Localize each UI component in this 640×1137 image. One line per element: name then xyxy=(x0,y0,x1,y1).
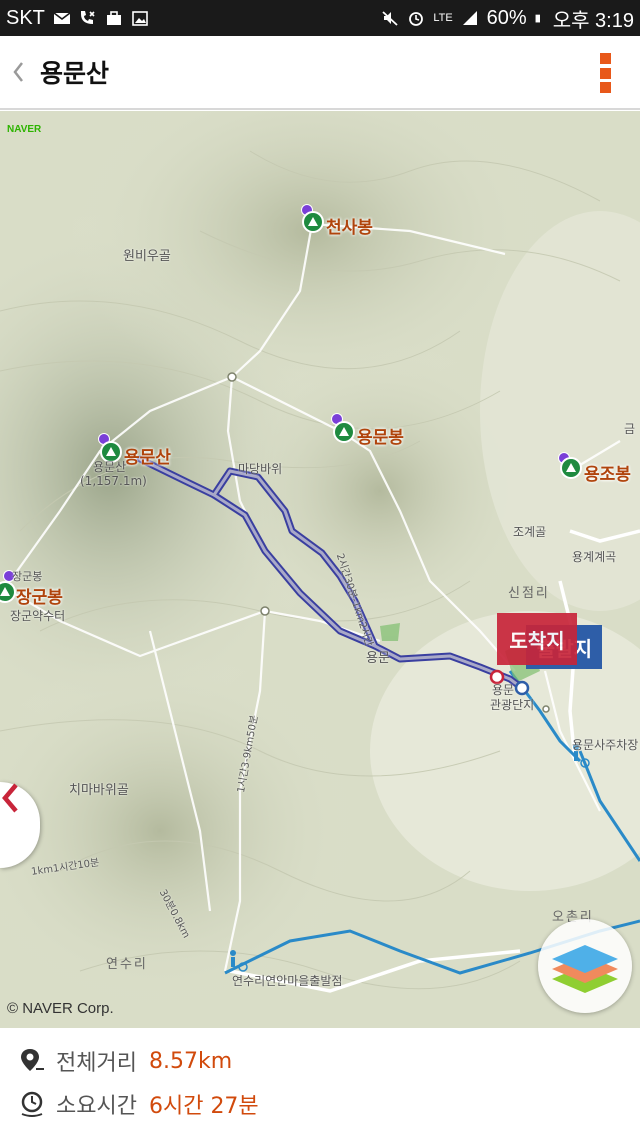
place-label: 용문산 xyxy=(93,460,127,474)
distance-value: 8.57km xyxy=(148,1048,233,1074)
place-label: 용계계곡 xyxy=(572,550,617,564)
place-label: 조계골 xyxy=(513,525,547,539)
status-left: SKT xyxy=(6,7,149,30)
town-label: 신점리 xyxy=(508,586,550,601)
place-label: 마당바위 xyxy=(238,462,283,476)
time-label: 소요시간 xyxy=(56,1094,137,1119)
elevation-label: (1,157.1m) xyxy=(80,474,147,488)
alarm-icon xyxy=(409,12,424,26)
app-bar: 용문산 xyxy=(0,36,640,110)
town-label: 연수리 xyxy=(106,957,148,972)
location-pin-icon xyxy=(21,1049,44,1071)
battery-label: 60% xyxy=(486,6,527,29)
map-copyright: © NAVER Corp. xyxy=(7,1000,114,1017)
briefcase-icon xyxy=(106,11,121,25)
map-terrain xyxy=(0,111,640,1028)
signal-icon xyxy=(462,11,477,25)
time-value: 6시간 27분 xyxy=(148,1094,259,1119)
naver-logo: NAVER xyxy=(7,124,42,135)
peak-marker-icon[interactable] xyxy=(302,211,324,233)
chevron-left-icon xyxy=(2,783,18,813)
peak-label-yongjobong[interactable]: 용조봉 xyxy=(584,460,631,485)
battery-icon xyxy=(535,14,540,23)
clock-label: 오후 3:19 xyxy=(552,9,634,32)
peak-label-cheonsabong[interactable]: 천사봉 xyxy=(326,213,373,238)
peak-marker-icon[interactable] xyxy=(333,421,355,443)
place-label: 금 xyxy=(624,422,636,436)
email-icon xyxy=(53,12,71,24)
status-bar: SKT LTE 60% 오후 3:19 xyxy=(0,0,640,36)
clock-icon xyxy=(21,1091,43,1117)
place-label: 원비우골 xyxy=(123,249,171,264)
back-icon xyxy=(13,62,23,82)
menu-dot xyxy=(599,82,611,93)
map-view[interactable]: NAVER 천사봉 용문산 용문봉 용조봉 장군봉 원비우골 용문산 (1,15… xyxy=(0,111,640,1028)
distance-row: 전체거리 8.57km xyxy=(18,1041,232,1081)
page-title: 용문산 xyxy=(40,59,110,88)
menu-dot xyxy=(599,67,611,79)
layers-button[interactable] xyxy=(538,919,632,1013)
more-menu-icon[interactable] xyxy=(598,53,612,93)
mute-icon xyxy=(382,11,398,26)
place-label: 장군봉 xyxy=(12,570,43,583)
carrier-label: SKT xyxy=(6,6,45,29)
route-start-point xyxy=(514,680,530,696)
status-right: LTE 60% 오후 3:19 xyxy=(381,4,634,33)
place-label: 연수리연안마을출발점 xyxy=(232,974,343,988)
peak-label-yongmunbong[interactable]: 용문봉 xyxy=(357,423,404,448)
time-row: 소요시간 6시간 27분 xyxy=(18,1084,259,1124)
back-button[interactable] xyxy=(0,35,36,109)
network-label: LTE xyxy=(433,12,453,24)
layers-icon xyxy=(552,945,618,993)
menu-dot xyxy=(599,53,611,64)
distance-label: 전체거리 xyxy=(56,1051,137,1076)
peak-label-yongmunsan[interactable]: 용문산 xyxy=(124,443,171,468)
place-label: 용문사주차장 xyxy=(572,738,639,752)
missed-call-icon xyxy=(80,11,95,24)
place-label: 용문 xyxy=(366,651,390,666)
image-icon xyxy=(132,11,148,26)
end-marker[interactable]: 도착지 xyxy=(497,613,577,665)
peak-marker-icon[interactable] xyxy=(560,457,582,479)
peak-label-janggunbong[interactable]: 장군봉 xyxy=(16,583,63,608)
place-label: 장군약수터 xyxy=(10,609,66,623)
route-info-panel: 전체거리 8.57km 소요시간 6시간 27분 xyxy=(0,1028,640,1137)
place-label: 관광단지 xyxy=(490,698,535,712)
place-label: 치마바위골 xyxy=(69,783,129,798)
